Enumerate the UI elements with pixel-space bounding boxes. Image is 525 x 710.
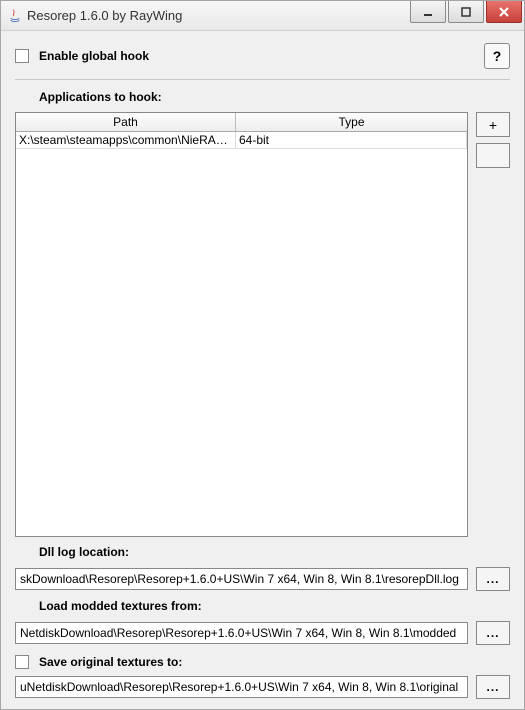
modded-textures-input[interactable] xyxy=(15,622,468,644)
java-icon xyxy=(7,8,23,24)
maximize-button[interactable] xyxy=(448,1,484,23)
applications-table[interactable]: Path Type X:\steam\steamapps\common\NieR… xyxy=(15,112,468,537)
applications-heading: Applications to hook: xyxy=(39,90,510,104)
column-header-type[interactable]: Type xyxy=(236,113,467,131)
dll-log-browse-button[interactable]: ... xyxy=(476,567,510,591)
app-window: Resorep 1.6.0 by RayWing Enable global h… xyxy=(0,0,525,710)
modded-textures-heading: Load modded textures from: xyxy=(39,599,510,613)
help-button[interactable]: ? xyxy=(484,43,510,69)
content-area: Enable global hook ? Applications to hoo… xyxy=(1,31,524,709)
window-title: Resorep 1.6.0 by RayWing xyxy=(27,8,410,23)
cell-path: X:\steam\steamapps\common\NieRAu... xyxy=(16,132,236,148)
remove-application-button[interactable] xyxy=(476,143,510,168)
save-original-input[interactable] xyxy=(15,676,468,698)
close-button[interactable] xyxy=(486,1,522,23)
enable-global-hook-checkbox[interactable] xyxy=(15,49,29,63)
enable-global-hook-label: Enable global hook xyxy=(39,49,149,63)
divider xyxy=(15,79,510,80)
column-header-path[interactable]: Path xyxy=(16,113,236,131)
modded-textures-browse-button[interactable]: ... xyxy=(476,621,510,645)
maximize-icon xyxy=(461,7,471,17)
minimize-icon xyxy=(423,7,433,17)
close-icon xyxy=(499,7,509,17)
titlebar: Resorep 1.6.0 by RayWing xyxy=(1,1,524,31)
dll-log-input[interactable] xyxy=(15,568,468,590)
table-row[interactable]: X:\steam\steamapps\common\NieRAu... 64-b… xyxy=(16,132,467,149)
dll-log-heading: Dll log location: xyxy=(39,545,510,559)
cell-type: 64-bit xyxy=(236,132,467,148)
window-controls xyxy=(410,1,524,30)
plus-icon: + xyxy=(489,117,497,133)
save-original-heading: Save original textures to: xyxy=(39,655,182,669)
minimize-button[interactable] xyxy=(410,1,446,23)
save-original-checkbox[interactable] xyxy=(15,655,29,669)
add-application-button[interactable]: + xyxy=(476,112,510,137)
help-icon: ? xyxy=(493,48,502,64)
save-original-browse-button[interactable]: ... xyxy=(476,675,510,699)
